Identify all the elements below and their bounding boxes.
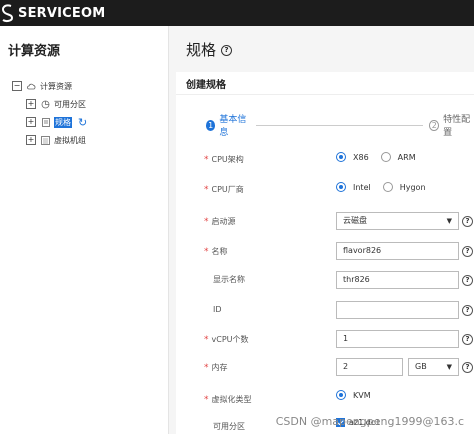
tree-item-label: 规格 bbox=[54, 116, 72, 128]
vm-group-icon bbox=[41, 135, 50, 145]
select-value: 云磁盘 bbox=[343, 216, 367, 225]
tree-item-az[interactable]: + 可用分区 bbox=[26, 96, 86, 112]
radio-button[interactable] bbox=[380, 152, 391, 162]
step-label-features[interactable]: 特性配置 bbox=[443, 112, 474, 138]
logo: SERVICEOM bbox=[0, 0, 105, 26]
boot-source-label: * 启动源 bbox=[204, 216, 299, 227]
cpu-vendor-label: * CPU厂商 bbox=[204, 184, 299, 195]
id-input[interactable] bbox=[336, 301, 459, 319]
radio-x86[interactable]: X86 bbox=[336, 152, 369, 162]
caret-down-icon: ▼ bbox=[446, 217, 452, 225]
tree-item-compute[interactable]: − 计算资源 bbox=[12, 78, 72, 94]
required-mark: * bbox=[204, 185, 209, 195]
step-number: 1 bbox=[206, 119, 216, 131]
spec-icon bbox=[41, 117, 50, 127]
label-text: CPU架构 bbox=[211, 155, 244, 164]
tree-item-spec[interactable]: + 规格 ↻ bbox=[26, 114, 87, 130]
required-mark: * bbox=[204, 335, 209, 345]
help-icon[interactable]: ? bbox=[462, 334, 473, 345]
help-icon[interactable]: ? bbox=[462, 216, 473, 227]
radio-hygon[interactable]: Hygon bbox=[382, 182, 426, 192]
option-label: Hygon bbox=[399, 182, 426, 192]
radio-arm[interactable]: ARM bbox=[380, 152, 416, 162]
label-text: CPU厂商 bbox=[211, 185, 244, 194]
expand-toggle[interactable]: + bbox=[26, 99, 36, 109]
option-label: Intel bbox=[353, 182, 371, 192]
help-icon[interactable]: ? bbox=[462, 362, 473, 373]
cpu-arch-label: * CPU架构 bbox=[204, 154, 299, 165]
tree-item-label: 计算资源 bbox=[40, 81, 72, 91]
expand-toggle[interactable]: + bbox=[26, 135, 36, 145]
option-label: KVM bbox=[353, 390, 371, 400]
required-mark: * bbox=[204, 247, 209, 257]
radio-button[interactable] bbox=[382, 182, 393, 192]
step-number: 2 bbox=[429, 119, 440, 131]
page-title: 规格? bbox=[186, 39, 233, 60]
radio-button[interactable] bbox=[336, 182, 346, 192]
caret-down-icon: ▼ bbox=[446, 363, 452, 371]
virt-type-label: * 虚拟化类型 bbox=[204, 394, 299, 405]
vcpu-label: * vCPU个数 bbox=[204, 334, 299, 345]
name-input[interactable]: flavor826 bbox=[336, 242, 459, 260]
vcpu-input[interactable]: 1 bbox=[336, 330, 459, 348]
virt-type-radios: KVM bbox=[336, 390, 383, 400]
help-icon[interactable]: ? bbox=[462, 275, 473, 286]
help-icon[interactable]: ? bbox=[462, 246, 473, 257]
label-text: 内存 bbox=[211, 363, 228, 372]
tree-item-label: 虚拟机组 bbox=[54, 135, 86, 145]
watermark: CSDN @mapengpeng1999@163.c bbox=[275, 415, 464, 428]
divider bbox=[176, 94, 474, 95]
brand-name: SERVICEOM bbox=[18, 5, 106, 21]
required-mark: * bbox=[204, 395, 209, 405]
required-mark: * bbox=[204, 217, 209, 227]
memory-unit-select[interactable]: GB ▼ bbox=[408, 358, 459, 376]
cpu-arch-radios: X86 ARM bbox=[336, 152, 428, 162]
tree-item-label: 可用分区 bbox=[54, 99, 86, 109]
expand-toggle[interactable]: + bbox=[26, 117, 36, 127]
label-text: 虚拟化类型 bbox=[211, 395, 252, 404]
sidebar-title: 计算资源 bbox=[8, 44, 61, 59]
page-title-text: 规格 bbox=[186, 41, 217, 59]
card-title: 创建规格 bbox=[186, 80, 226, 91]
label-text: vCPU个数 bbox=[211, 335, 249, 344]
help-icon[interactable]: ? bbox=[462, 305, 473, 316]
option-label: ARM bbox=[397, 152, 416, 162]
logo-mark-icon bbox=[1, 4, 14, 23]
radio-intel[interactable]: Intel bbox=[336, 182, 371, 192]
sidebar: 计算资源 − 计算资源 + 可用分区 + 规格 ↻ + 虚拟机组 bbox=[0, 26, 169, 434]
name-label: * 名称 bbox=[204, 246, 299, 257]
refresh-icon[interactable]: ↻ bbox=[78, 116, 87, 129]
select-value: GB bbox=[415, 362, 427, 371]
label-text: 名称 bbox=[211, 247, 228, 256]
stepper: 1 基本信息 2 特性配置 bbox=[206, 115, 474, 138]
radio-button[interactable] bbox=[336, 390, 346, 400]
cloud-icon bbox=[27, 82, 36, 91]
zone-icon bbox=[41, 100, 50, 109]
cpu-vendor-radios: Intel Hygon bbox=[336, 182, 438, 192]
create-spec-card: 创建规格 1 基本信息 2 特性配置 * CPU架构 X86 ARM * CPU厂商… bbox=[176, 72, 474, 434]
option-label: X86 bbox=[353, 152, 369, 162]
step-label-basic[interactable]: 基本信息 bbox=[219, 112, 250, 138]
collapse-toggle[interactable]: − bbox=[12, 81, 22, 91]
top-bar: SERVICEOM bbox=[0, 0, 474, 26]
step-connector bbox=[256, 124, 424, 126]
display-name-label: 显示名称 bbox=[213, 275, 245, 284]
id-label: ID bbox=[213, 305, 222, 314]
memory-label: * 内存 bbox=[204, 362, 299, 373]
label-text: 启动源 bbox=[211, 217, 236, 226]
required-mark: * bbox=[204, 363, 209, 373]
radio-button[interactable] bbox=[336, 152, 346, 162]
radio-kvm[interactable]: KVM bbox=[336, 390, 371, 400]
required-mark: * bbox=[204, 155, 209, 165]
display-name-input[interactable]: thr826 bbox=[336, 271, 459, 289]
memory-input[interactable]: 2 bbox=[336, 358, 403, 376]
main-content: 规格? 创建规格 1 基本信息 2 特性配置 * CPU架构 X86 ARM * C… bbox=[169, 26, 474, 434]
tree-item-vm-group[interactable]: + 虚拟机组 bbox=[26, 132, 86, 148]
help-icon[interactable]: ? bbox=[221, 45, 233, 56]
boot-source-select[interactable]: 云磁盘 ▼ bbox=[336, 212, 459, 230]
